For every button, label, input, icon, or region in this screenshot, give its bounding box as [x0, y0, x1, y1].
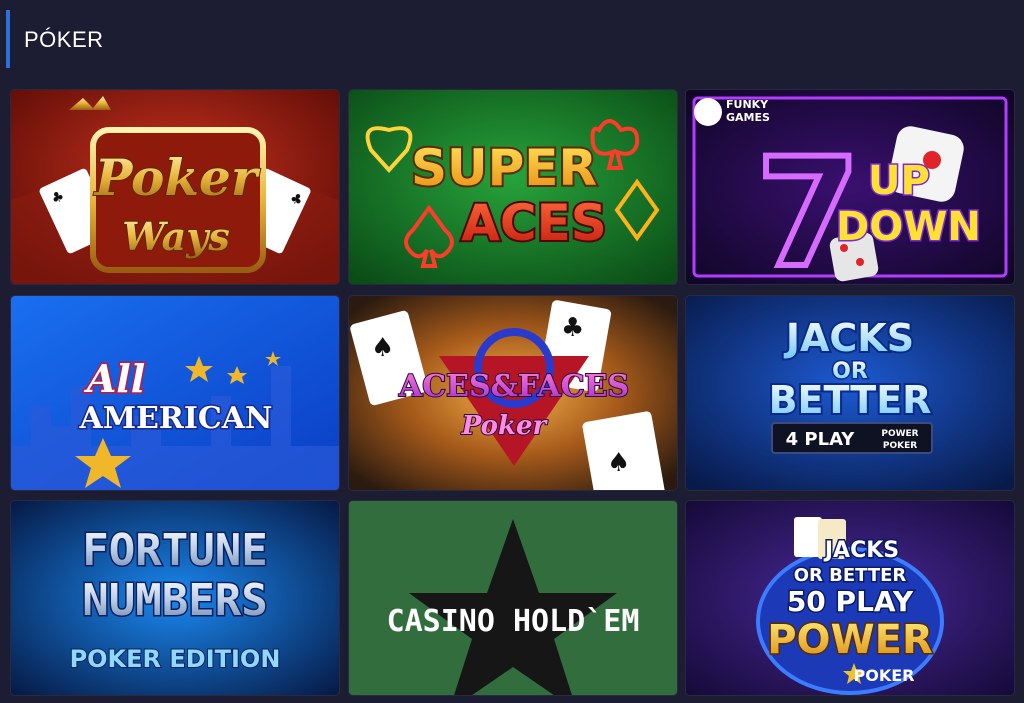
- svg-text:♠: ♠: [607, 448, 630, 478]
- svg-text:♠: ♠: [371, 333, 394, 363]
- svg-text:♣: ♣: [561, 313, 584, 343]
- game-tile-jacks-better-50[interactable]: JACKS OR BETTER 50 PLAY POWER POKER: [686, 501, 1014, 695]
- jacks-label: JACKS: [783, 316, 914, 360]
- game-tile-poker-ways[interactable]: ♣ ♣ Poker Ways: [11, 90, 339, 284]
- jacks-better-4-artwork: JACKS OR BETTER 4 PLAY POWER POKER: [686, 296, 1014, 490]
- game-tile-super-aces[interactable]: SUPER ACES: [349, 90, 677, 284]
- fortune-numbers-artwork: FORTUNE NUMBERS POKER EDITION: [11, 501, 339, 695]
- poker-small-label: POKER: [883, 441, 917, 451]
- down-label: DOWN: [836, 204, 981, 250]
- poker-ways-subtitle: Ways: [122, 214, 229, 259]
- brand-line2: GAMES: [726, 111, 770, 124]
- section-title: PÓKER: [24, 27, 104, 52]
- up-label: UP: [868, 158, 930, 204]
- all-american-title: All: [84, 356, 145, 401]
- game-tile-casino-holdem[interactable]: CASINO HOLD`EM: [349, 501, 677, 695]
- aces-faces-artwork: ♠ ♣ ♠ ACES&FACES Poker: [349, 296, 677, 490]
- game-tile-7-up-down[interactable]: FUNKY GAMES 7 UP DOWN: [686, 90, 1014, 284]
- casino-holdem-title: CASINO HOLD`EM: [387, 604, 640, 639]
- brand-line1: FUNKY: [726, 98, 769, 111]
- funky-games-logo-icon: [694, 98, 722, 126]
- super-aces-artwork: SUPER ACES: [349, 90, 677, 284]
- fifty-play-label: 50 PLAY: [787, 585, 914, 618]
- power-small-label: POWER: [881, 429, 918, 439]
- numbers-label: NUMBERS: [82, 575, 267, 626]
- all-american-subtitle: AMERICAN: [79, 401, 273, 436]
- super-aces-title: SUPER: [411, 139, 597, 197]
- casino-holdem-artwork: CASINO HOLD`EM: [349, 501, 677, 695]
- card-jack-icon: [794, 517, 822, 557]
- or-better-label: OR BETTER: [794, 565, 907, 586]
- aces-faces-title: ACES&FACES: [398, 369, 629, 404]
- game-tile-aces-faces[interactable]: ♠ ♣ ♠ ACES&FACES Poker: [349, 296, 677, 490]
- aces-faces-subtitle: Poker: [461, 411, 549, 441]
- section-accent-bar: [6, 10, 10, 68]
- jacks-label: JACKS: [823, 538, 899, 563]
- better-label: BETTER: [769, 378, 932, 422]
- game-tile-all-american[interactable]: All AMERICAN: [11, 296, 339, 490]
- poker-label: POKER: [854, 666, 915, 685]
- poker-ways-title: Poker: [93, 148, 261, 207]
- section-header: PÓKER: [0, 0, 1024, 78]
- 7-up-down-artwork: FUNKY GAMES 7 UP DOWN: [686, 90, 1014, 284]
- super-aces-subtitle: ACES: [461, 194, 607, 252]
- game-tile-jacks-better-4[interactable]: JACKS OR BETTER 4 PLAY POWER POKER: [686, 296, 1014, 490]
- fortune-label: FORTUNE: [82, 525, 267, 576]
- four-play-label: 4 PLAY: [786, 429, 856, 450]
- poker-edition-label: POKER EDITION: [70, 645, 281, 673]
- game-tile-fortune-numbers[interactable]: FORTUNE NUMBERS POKER EDITION: [11, 501, 339, 695]
- power-label: POWER: [767, 617, 933, 663]
- jacks-better-50-artwork: JACKS OR BETTER 50 PLAY POWER POKER: [686, 501, 1014, 695]
- poker-ways-artwork: ♣ ♣ Poker Ways: [11, 90, 339, 284]
- all-american-artwork: All AMERICAN: [11, 296, 339, 490]
